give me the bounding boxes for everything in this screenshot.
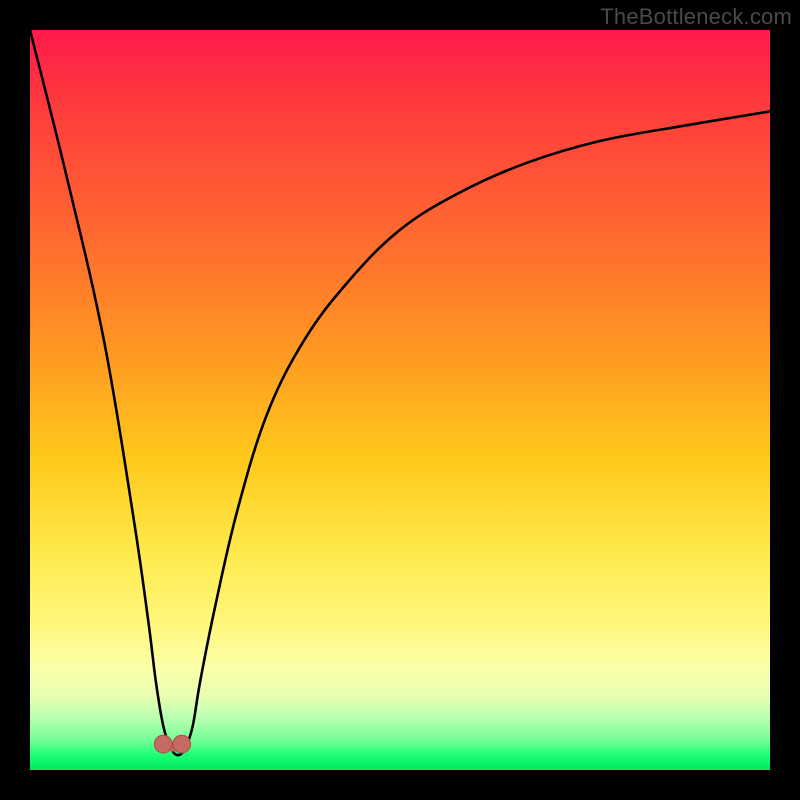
curve-marker <box>154 735 172 753</box>
curve-svg <box>30 30 770 770</box>
watermark-text: TheBottleneck.com <box>600 4 792 30</box>
chart-container: TheBottleneck.com <box>0 0 800 800</box>
curve-marker <box>173 735 191 753</box>
plot-area <box>30 30 770 770</box>
bottleneck-curve <box>30 30 770 755</box>
